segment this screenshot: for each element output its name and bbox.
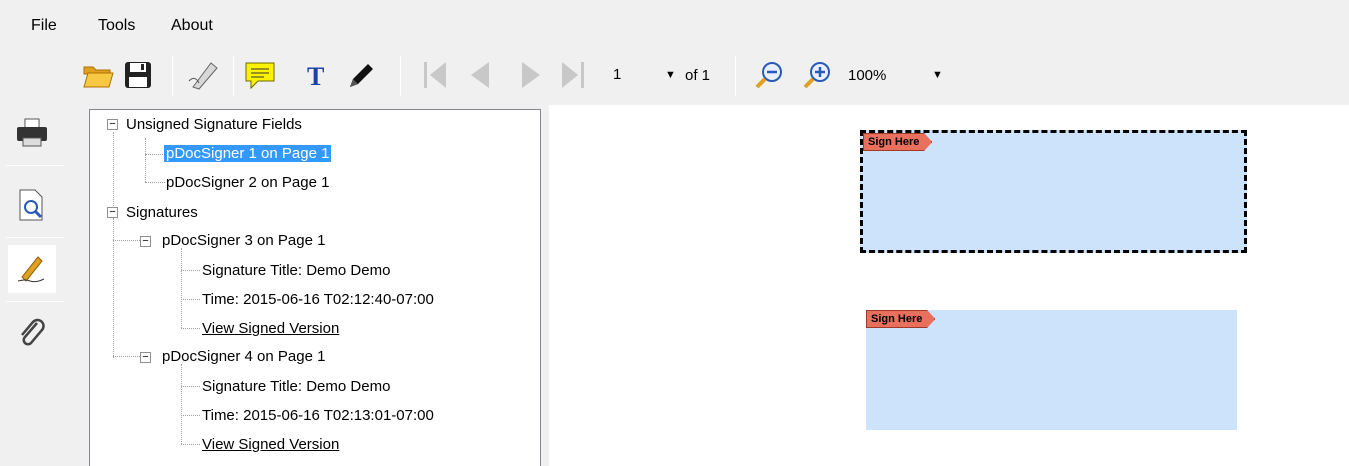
tree-connector	[181, 444, 200, 445]
tree-connector	[181, 364, 182, 444]
svg-text:T: T	[307, 62, 324, 89]
attachment-icon[interactable]	[8, 309, 56, 357]
tree-node-signature-time: Time: 2015-06-16 T02:12:40-07:00	[202, 291, 434, 308]
tree-node-signature-title: Signature Title: Demo Demo	[202, 378, 391, 395]
left-tool-strip	[0, 105, 66, 466]
tree-connector	[113, 132, 114, 212]
signature-field-2[interactable]: Sign Here	[866, 310, 1237, 430]
open-folder-icon[interactable]	[81, 58, 115, 92]
tree-node-signature-title: Signature Title: Demo Demo	[202, 262, 391, 279]
tree-node-pdocsigner-3[interactable]: pDocSigner 3 on Page 1	[160, 230, 327, 252]
zoom-in-icon[interactable]	[800, 58, 834, 92]
toolbar: T 1 ▼ of 1 100% ▼	[0, 52, 1349, 102]
menu-tools[interactable]: Tools	[98, 17, 135, 35]
sign-here-tag[interactable]: Sign Here	[863, 133, 933, 151]
collapse-toggle-unsigned[interactable]: −	[107, 119, 118, 130]
tree-connector	[181, 415, 200, 416]
tree-node-pdocsigner-4[interactable]: pDocSigner 4 on Page 1	[160, 346, 327, 368]
previous-page-icon[interactable]	[463, 58, 497, 92]
view-signed-version-link[interactable]: View Signed Version	[200, 434, 341, 456]
tree-connector	[181, 328, 200, 329]
page-count-label: of 1	[685, 67, 711, 84]
document-view: Sign Here Sign Here	[549, 105, 1349, 466]
text-tool-icon[interactable]: T	[300, 58, 334, 92]
tree-connector	[145, 138, 146, 182]
tree-node-unsigned-fields[interactable]: Unsigned Signature Fields	[124, 114, 304, 136]
menu-file[interactable]: File	[31, 17, 57, 35]
collapse-toggle-pdocsigner-4[interactable]: −	[140, 352, 151, 363]
signature-field-1[interactable]: Sign Here	[860, 130, 1247, 253]
toolbar-separator	[735, 56, 736, 96]
leftbar-separator	[6, 301, 64, 302]
tree-node-pdocsigner-1[interactable]: pDocSigner 1 on Page 1	[164, 143, 332, 165]
signature-pen-icon[interactable]	[8, 245, 56, 293]
tree-node-signatures[interactable]: Signatures	[124, 202, 200, 224]
next-page-icon[interactable]	[514, 58, 548, 92]
tree-connector	[181, 270, 200, 271]
toolbar-separator	[233, 56, 234, 96]
sign-pen-icon[interactable]	[186, 58, 220, 92]
collapse-toggle-signatures[interactable]: −	[107, 207, 118, 218]
tree-connector	[145, 154, 165, 155]
menu-bar: File Tools About	[0, 0, 1349, 58]
page-number-input[interactable]: 1	[607, 62, 657, 90]
zoom-out-icon[interactable]	[752, 58, 786, 92]
page-dropdown-arrow[interactable]: ▼	[665, 69, 676, 81]
printer-icon[interactable]	[8, 109, 56, 157]
app-window: File Tools About T 1 ▼ of 1 100% ▼ − Uns…	[0, 0, 1349, 466]
pen-tool-icon[interactable]	[344, 58, 378, 92]
first-page-icon[interactable]	[418, 58, 452, 92]
tree-connector	[113, 356, 140, 357]
tree-connector	[181, 248, 182, 328]
sign-here-tag[interactable]: Sign Here	[866, 310, 936, 328]
menu-about[interactable]: About	[171, 17, 213, 35]
signature-tree-panel: − Unsigned Signature Fields pDocSigner 1…	[89, 109, 541, 466]
zoom-dropdown-arrow[interactable]: ▼	[932, 69, 943, 81]
tree-connector	[181, 386, 200, 387]
tree-connector	[113, 218, 114, 358]
leftbar-separator	[6, 237, 64, 238]
document-search-icon[interactable]	[8, 181, 56, 229]
save-icon[interactable]	[121, 58, 155, 92]
leftbar-separator	[6, 165, 64, 166]
toolbar-separator	[172, 56, 173, 96]
tree-node-signature-time: Time: 2015-06-16 T02:13:01-07:00	[202, 407, 434, 424]
collapse-toggle-pdocsigner-3[interactable]: −	[140, 236, 151, 247]
tree-connector	[145, 182, 165, 183]
toolbar-separator	[400, 56, 401, 96]
comment-icon[interactable]	[243, 58, 277, 92]
view-signed-version-link[interactable]: View Signed Version	[200, 318, 341, 340]
tree-connector	[181, 299, 200, 300]
last-page-icon[interactable]	[556, 58, 590, 92]
tree-node-pdocsigner-2[interactable]: pDocSigner 2 on Page 1	[164, 172, 331, 194]
tree-connector	[113, 240, 140, 241]
zoom-level-select[interactable]: 100%	[848, 67, 886, 84]
